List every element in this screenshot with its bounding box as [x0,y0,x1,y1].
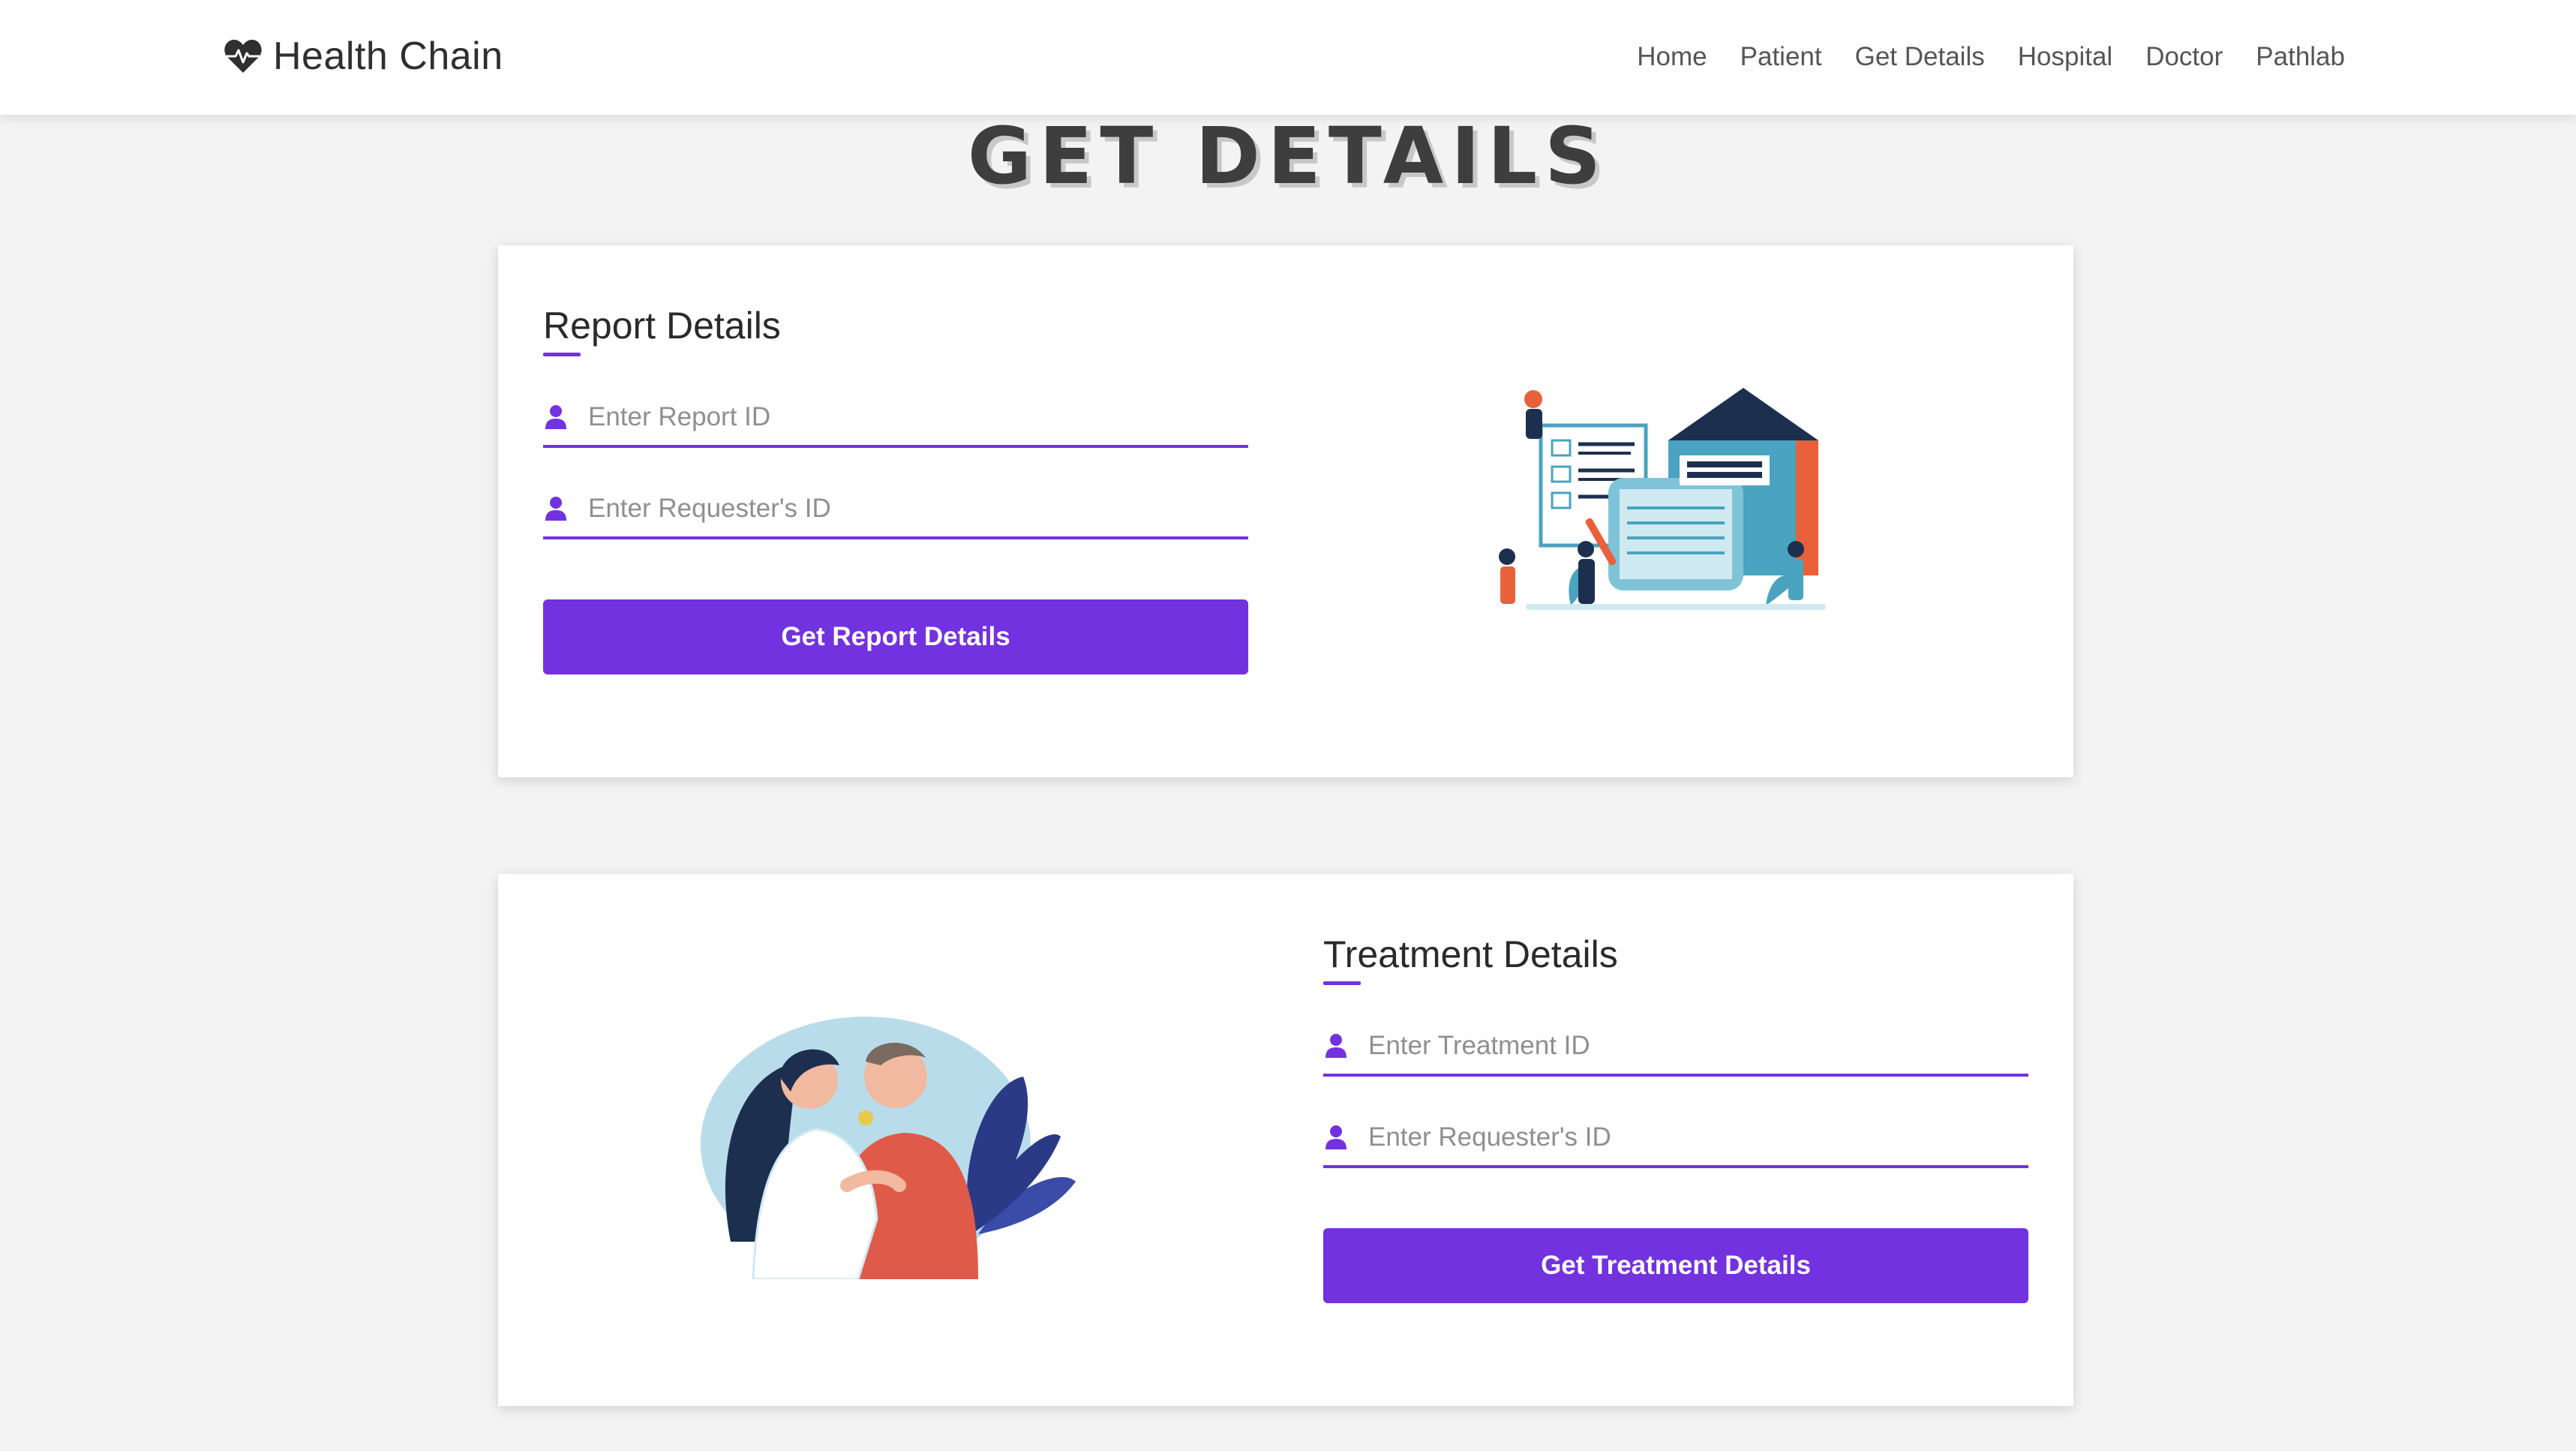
treatment-details-card: Treatment Details Get Treatment Details [498,874,2073,1406]
heartbeat-icon [224,40,262,73]
treatment-id-field [1323,1018,2028,1077]
nav-menu: Home Patient Get Details Hospital Doctor… [1637,36,2345,78]
report-form-title: Report Details [543,299,1248,356]
report-form: Report Details Get Report Details [543,299,1248,674]
report-requester-id-input[interactable] [588,486,1233,531]
brand-name: Health Chain [273,35,503,78]
nav-home[interactable]: Home [1637,42,1707,72]
nav-patient[interactable]: Patient [1740,42,1822,72]
user-icon [545,405,566,429]
treatment-requester-id-field [1323,1110,2028,1168]
treatment-form-title: Treatment Details [1323,928,2028,985]
navbar: Health Chain Home Patient Get Details Ho… [0,0,2576,115]
page-title: GET DETAILS [967,110,1609,202]
nav-doctor[interactable]: Doctor [2145,42,2223,72]
treatment-requester-id-input[interactable] [1368,1115,2013,1160]
report-details-card: Report Details Get Report Details [498,245,2073,777]
report-requester-id-field [543,481,1248,539]
user-icon [545,497,566,521]
brand-link[interactable]: Health Chain [224,30,503,83]
user-icon [1326,1125,1347,1149]
treatment-form: Treatment Details Get Treatment Details [1323,928,2028,1303]
get-report-details-button[interactable]: Get Report Details [543,599,1248,674]
report-illustration [1499,388,1826,610]
get-treatment-details-button[interactable]: Get Treatment Details [1323,1228,2028,1303]
nav-get-details[interactable]: Get Details [1855,42,1985,72]
treatment-illustration [701,1017,1076,1279]
report-id-field [543,389,1248,448]
user-icon [1326,1034,1347,1058]
report-id-input[interactable] [588,395,1233,440]
nav-pathlab[interactable]: Pathlab [2256,42,2345,72]
nav-hospital[interactable]: Hospital [2018,42,2112,72]
treatment-id-input[interactable] [1368,1023,2013,1068]
